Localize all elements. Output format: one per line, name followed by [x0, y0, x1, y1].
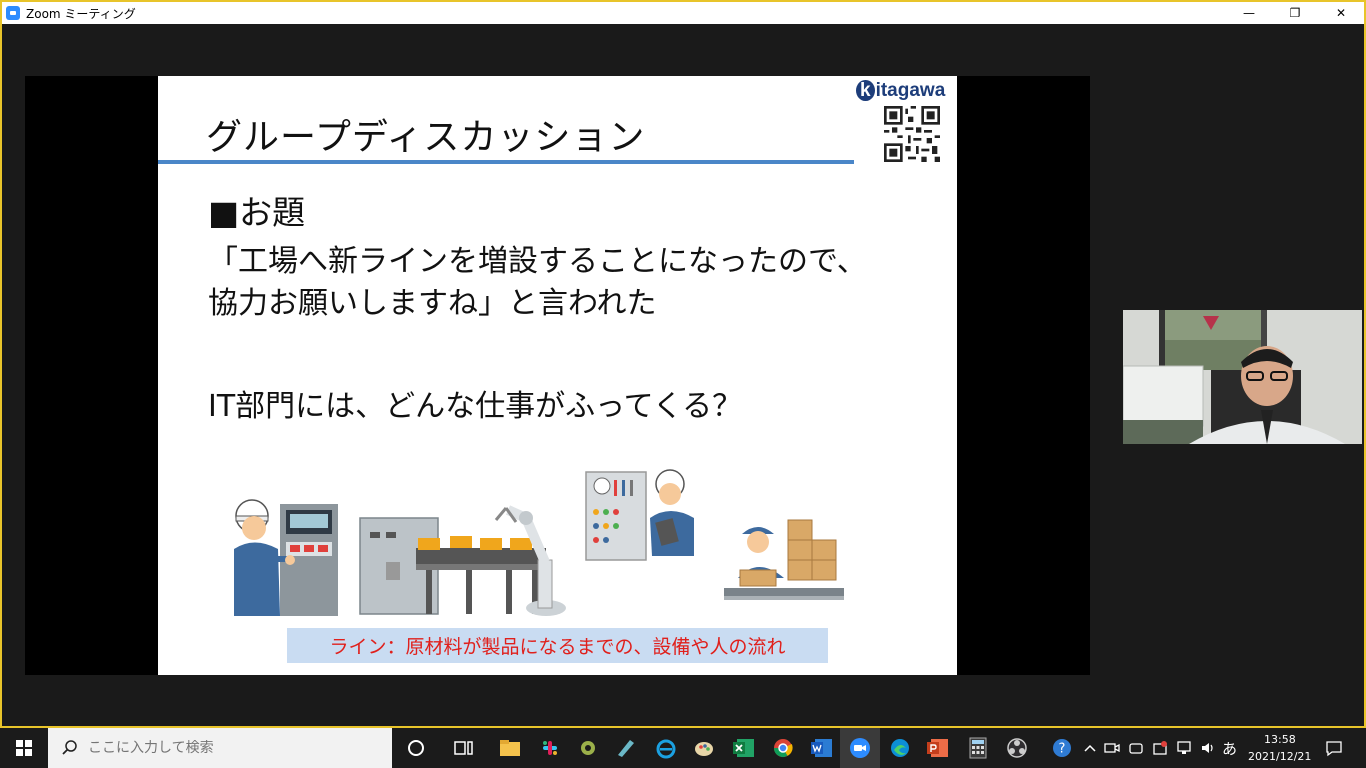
shared-screen: k itagawa グループディスカッション ■お題 「工場へ新ラインを増設する…	[25, 76, 1090, 675]
zoom-app-icon	[6, 6, 20, 20]
topic-heading: ■お題	[208, 193, 306, 232]
obs-icon[interactable]	[1003, 734, 1031, 762]
clock-date[interactable]: 2021/12/21	[1248, 750, 1311, 763]
windows-taskbar: ? あ 13:58 2021/12/21	[0, 728, 1366, 768]
discussion-question: IT部門には、どんな仕事がふってくる？	[208, 389, 743, 424]
volume-tray-icon[interactable]	[1194, 734, 1222, 762]
calculator-icon[interactable]	[964, 734, 992, 762]
search-icon	[62, 740, 77, 755]
word-icon[interactable]	[808, 734, 836, 762]
slack-icon[interactable]	[536, 734, 564, 762]
taskbar-search[interactable]	[48, 728, 392, 768]
caption-text: ライン：原材料が製品になるまでの、設備や人の流れ	[329, 636, 786, 658]
internet-explorer-icon[interactable]	[652, 734, 680, 762]
worker-inspection-illustration	[585, 469, 694, 561]
help-icon[interactable]: ?	[1048, 734, 1076, 762]
close-button[interactable]: ✕	[1318, 2, 1364, 24]
excel-icon[interactable]	[730, 734, 758, 762]
svg-text:?: ?	[1059, 742, 1066, 757]
settings-app-icon[interactable]	[574, 734, 602, 762]
chrome-icon[interactable]	[769, 734, 797, 762]
caption-box: ライン：原材料が製品になるまでの、設備や人の流れ	[287, 628, 828, 663]
title-underline	[158, 160, 854, 164]
quote-line-1: 「工場へ新ラインを増設することになったので、	[208, 244, 867, 279]
ime-indicator[interactable]: あ	[1222, 738, 1237, 759]
powerpoint-icon[interactable]	[924, 734, 952, 762]
title-bar: Zoom ミーティング — ❐ ✕	[2, 2, 1364, 24]
notes-app-icon[interactable]	[612, 734, 640, 762]
window-title: Zoom ミーティング	[26, 6, 136, 21]
paint-app-icon[interactable]	[690, 734, 718, 762]
qr-code-icon	[884, 106, 940, 162]
notification-icon[interactable]	[1320, 734, 1348, 762]
topic-quote: 「工場へ新ラインを増設することになったので、 協力お願いしますね」と言われた	[208, 241, 867, 325]
task-view-icon[interactable]	[450, 734, 478, 762]
presentation-slide: k itagawa グループディスカッション ■お題 「工場へ新ラインを増設する…	[158, 76, 957, 675]
restore-button[interactable]: ❐	[1272, 2, 1318, 24]
worker-boxes-illustration	[724, 519, 844, 600]
edge-icon[interactable]	[886, 734, 914, 762]
search-input[interactable]	[88, 740, 368, 756]
participant-video[interactable]	[1123, 310, 1362, 444]
quote-line-2: 協力お願いしますね」と言われた	[208, 286, 657, 321]
clock-time[interactable]: 13:58	[1264, 733, 1296, 746]
window-controls: — ❐ ✕	[1226, 2, 1364, 24]
company-logo: k itagawa	[856, 80, 945, 102]
zoom-window: Zoom ミーティング — ❐ ✕ k itagawa グループディスカッション…	[0, 0, 1366, 728]
zoom-taskbar-icon[interactable]	[846, 734, 874, 762]
slide-title: グループディスカッション	[206, 117, 646, 158]
start-button[interactable]	[0, 728, 48, 768]
minimize-button[interactable]: —	[1226, 2, 1272, 24]
windows-logo-icon	[16, 740, 32, 756]
cortana-icon[interactable]	[402, 734, 430, 762]
file-explorer-icon[interactable]	[496, 734, 524, 762]
conveyor-robot-illustration	[359, 505, 566, 616]
worker-control-panel-illustration	[234, 499, 338, 616]
